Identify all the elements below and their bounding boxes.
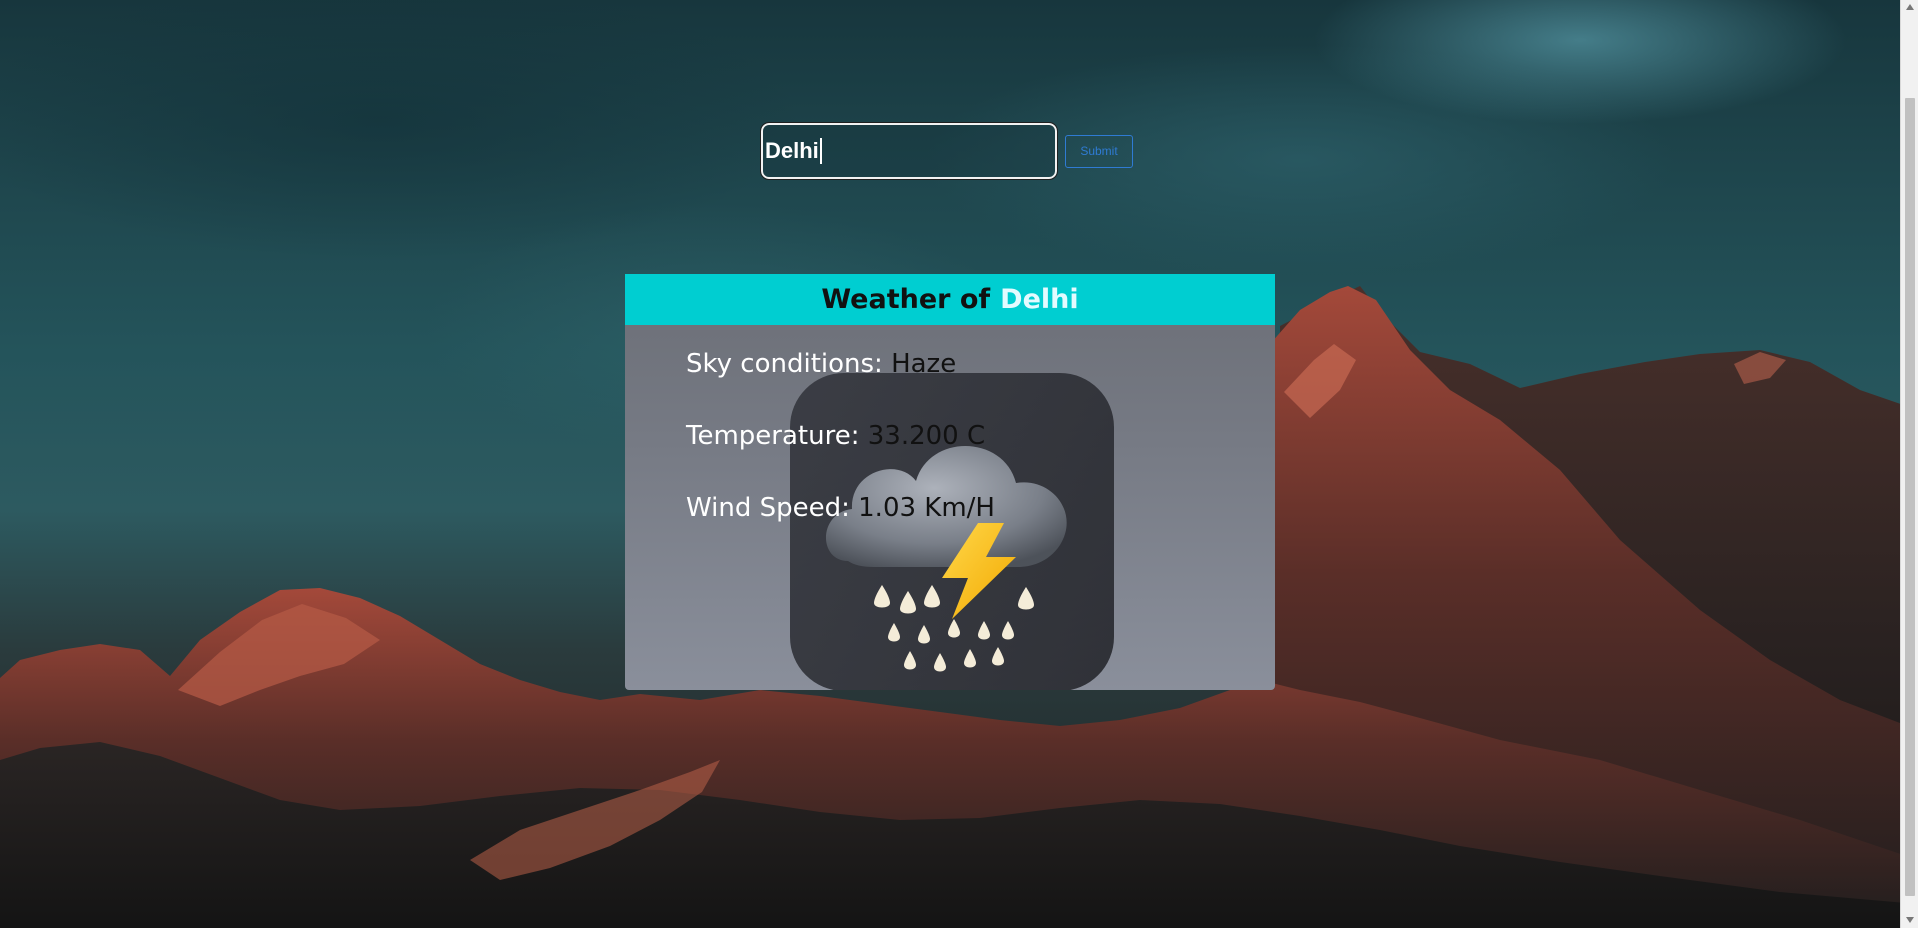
temperature-label: Temperature: [686, 421, 860, 451]
scrollbar-thumb[interactable] [1905, 98, 1915, 896]
weather-card: Weather of Delhi Sky conditions: Haze Te… [625, 274, 1275, 690]
city-search-form: Delhi Submit [760, 121, 1133, 181]
wind-speed-row: Wind Speed: 1.03 Km/H [686, 491, 1265, 525]
temperature-value: 33.200 C [867, 421, 986, 451]
sky-conditions-label: Sky conditions: [686, 349, 883, 379]
sky-conditions-value: Haze [891, 349, 957, 379]
header-city-name: Delhi [1000, 284, 1079, 315]
text-caret [819, 138, 822, 164]
scroll-up-arrow-icon[interactable] [1906, 4, 1914, 10]
city-input-value: Delhi [765, 138, 819, 163]
submit-button[interactable]: Submit [1065, 134, 1133, 168]
weather-card-body: Sky conditions: Haze Temperature: 33.200… [625, 325, 1275, 690]
header-prefix: Weather of [821, 284, 991, 315]
scroll-down-arrow-icon[interactable] [1906, 917, 1914, 923]
wind-speed-value: 1.03 Km/H [858, 493, 995, 523]
page-root: Delhi Submit Weather of Delhi Sky condit… [0, 0, 1918, 928]
weather-card-header: Weather of Delhi [625, 274, 1275, 325]
city-input[interactable]: Delhi [760, 122, 1058, 180]
temperature-row: Temperature: 33.200 C [686, 419, 1265, 453]
weather-info-list: Sky conditions: Haze Temperature: 33.200… [686, 347, 1265, 563]
wind-speed-label: Wind Speed: [686, 493, 850, 523]
vertical-scrollbar[interactable] [1900, 0, 1918, 928]
sky-conditions-row: Sky conditions: Haze [686, 347, 1265, 381]
